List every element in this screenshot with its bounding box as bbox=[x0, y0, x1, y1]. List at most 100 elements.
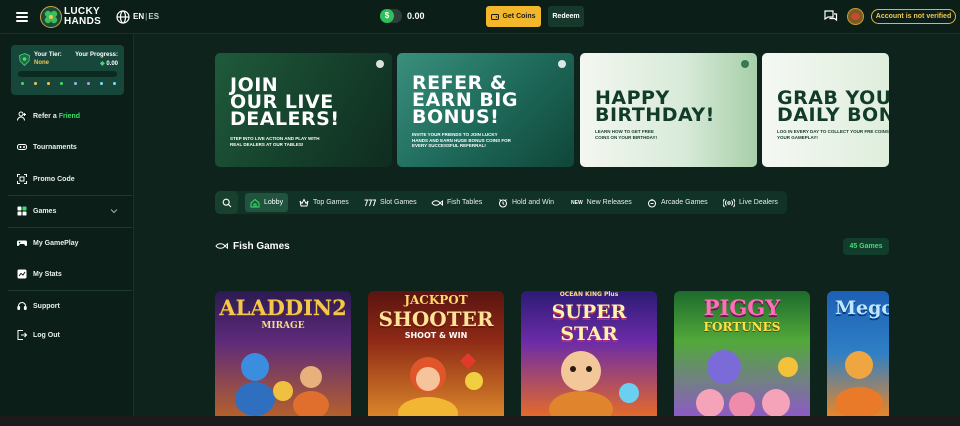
tab-label: Top Games bbox=[313, 199, 349, 206]
tab-slot-games[interactable]: Slot Games bbox=[359, 193, 422, 212]
tab-lobby[interactable]: Lobby bbox=[245, 193, 289, 212]
sidebar-item-games[interactable]: Games bbox=[17, 204, 56, 218]
game-art-piggy bbox=[696, 350, 798, 416]
banner-live-dealers[interactable]: JOIN OUR LIVE DEALERS! STEP INTO LIVE AC… bbox=[215, 53, 392, 167]
progress-coin-icon: ◆ bbox=[100, 61, 105, 67]
game-subtitle: MIRAGE bbox=[261, 321, 305, 331]
sidebar-item-tournaments[interactable]: Tournaments bbox=[17, 140, 77, 154]
chat-icon[interactable] bbox=[823, 9, 838, 23]
tier-dot bbox=[99, 82, 103, 85]
game-card-piggy-fortunes[interactable]: PIGGY FORTUNES bbox=[674, 291, 810, 416]
sidebar-item-promo-code[interactable]: Promo Code bbox=[17, 172, 75, 186]
tab-label: Live Dealers bbox=[739, 199, 778, 206]
stats-icon bbox=[17, 269, 27, 279]
progress-bar bbox=[18, 71, 117, 77]
game-card-super-star[interactable]: OCEAN KING Plus SUPER STAR bbox=[521, 291, 657, 416]
get-coins-label: Get Coins bbox=[502, 13, 536, 20]
tier-dot bbox=[86, 82, 90, 85]
game-subtitle: FORTUNES bbox=[703, 320, 781, 334]
tab-hold-and-win[interactable]: Hold and Win bbox=[493, 193, 559, 212]
banner-subtitle: STEP INTO LIVE ACTION AND PLAY WITH REAL… bbox=[230, 136, 320, 147]
lang-es[interactable]: ES bbox=[148, 12, 159, 21]
game-art-shooter bbox=[398, 353, 483, 416]
lucky-hands-logo[interactable]: LUCKY HANDS bbox=[40, 5, 106, 29]
banner-title-line: DEALERS! bbox=[230, 108, 340, 130]
tier-value: None bbox=[34, 60, 49, 66]
home-icon bbox=[250, 198, 260, 207]
language-switcher[interactable]: EN|ES bbox=[133, 12, 159, 21]
sidebar-item-my-stats[interactable]: My Stats bbox=[17, 267, 62, 281]
slot-777-icon bbox=[364, 199, 376, 206]
tier-progress-card[interactable]: Your Tier: None Your Progress: ◆ 0.00 bbox=[11, 45, 124, 95]
games-grid-icon bbox=[17, 206, 27, 216]
clover-badge-icon bbox=[558, 60, 566, 68]
account-not-verified-button[interactable]: Account is not verified bbox=[871, 9, 956, 24]
game-title: SHOOTER bbox=[378, 307, 494, 331]
tier-dot bbox=[34, 82, 38, 85]
category-tab-bar: Lobby Top Games Slot Games Fish Tables H… bbox=[215, 191, 787, 214]
redeem-label: Redeem bbox=[552, 13, 580, 20]
banner-title: JOIN OUR LIVE DEALERS! bbox=[230, 76, 340, 130]
game-card-aladdin2[interactable]: ALADDIN2 MIRAGE bbox=[215, 291, 351, 416]
games-count-badge[interactable]: 45 Games bbox=[843, 238, 889, 255]
hold-win-icon bbox=[499, 198, 507, 207]
tab-live-dealers[interactable]: Live Dealers bbox=[718, 193, 783, 212]
sidebar-item-log-out[interactable]: Log Out bbox=[17, 328, 60, 342]
tab-new-releases[interactable]: NEW New Releases bbox=[566, 193, 637, 212]
sidebar-item-support[interactable]: Support bbox=[17, 299, 60, 313]
banner-title-line: BIRTHDAY! bbox=[595, 104, 715, 126]
tab-label: Hold and Win bbox=[512, 199, 555, 206]
tab-arcade-games[interactable]: Arcade Games bbox=[642, 193, 713, 212]
game-title: PIGGY bbox=[703, 295, 781, 320]
banner-happy-birthday[interactable]: HAPPY BIRTHDAY! LEARN HOW TO GET FREE CO… bbox=[580, 53, 757, 167]
redeem-button[interactable]: Redeem bbox=[548, 6, 584, 27]
globe-icon[interactable] bbox=[116, 10, 130, 24]
currency-toggle[interactable]: $ bbox=[380, 9, 402, 23]
tab-label: Fish Tables bbox=[447, 199, 483, 206]
tab-label: Slot Games bbox=[380, 199, 417, 206]
tab-label: Arcade Games bbox=[661, 199, 708, 206]
game-card-jackpot-shooter[interactable]: JACKPOT SHOOTER SHOOT & WIN bbox=[368, 291, 504, 416]
hamburger-menu-icon[interactable] bbox=[16, 12, 28, 22]
banner-title: HAPPY BIRTHDAY! bbox=[595, 89, 715, 126]
crown-icon bbox=[299, 197, 309, 206]
app-window: LUCKY HANDS EN|ES $ 0.00 Get Coins Redee… bbox=[0, 0, 960, 416]
banner-daily-bonus[interactable]: GRAB YOUR DAILY BONU LOG IN EVERY DAY TO… bbox=[762, 53, 889, 167]
lang-en[interactable]: EN bbox=[133, 12, 144, 21]
game-art-aladdin bbox=[235, 353, 329, 416]
controller-icon bbox=[17, 240, 27, 246]
search-button[interactable] bbox=[215, 191, 238, 214]
game-card-mega[interactable]: Mego bbox=[827, 291, 889, 416]
refer-label: Refer a bbox=[33, 112, 57, 120]
wallet-icon bbox=[491, 13, 500, 20]
my-stats-label: My Stats bbox=[33, 270, 62, 278]
game-art-mega bbox=[835, 351, 883, 416]
tier-dot bbox=[112, 82, 116, 85]
gamepad-icon bbox=[17, 144, 27, 150]
game-title-top: OCEAN KING Plus bbox=[559, 291, 619, 298]
refer-friend-accent: Friend bbox=[58, 112, 81, 120]
games-label: Games bbox=[33, 207, 57, 215]
window-bottom-edge bbox=[0, 416, 960, 426]
banner-subtitle: LOG IN EVERY DAY TO COLLECT YOUR FRE COI… bbox=[777, 129, 889, 140]
chevron-down-icon[interactable] bbox=[110, 208, 118, 214]
avatar[interactable] bbox=[847, 8, 864, 25]
game-title: ALADDIN2 bbox=[219, 295, 347, 320]
log-out-label: Log Out bbox=[33, 331, 60, 339]
sidebar-item-my-gameplay[interactable]: My GamePlay bbox=[17, 236, 79, 250]
sidebar-item-refer-friend[interactable]: Refer a Friend bbox=[17, 109, 80, 123]
headset-icon bbox=[17, 302, 27, 310]
get-coins-button[interactable]: Get Coins bbox=[486, 6, 541, 27]
banner-refer-earn[interactable]: REFER & EARN BIG BONUS! INVITE YOUR FRIE… bbox=[397, 53, 574, 167]
sidebar-divider bbox=[8, 290, 132, 291]
tournaments-label: Tournaments bbox=[33, 143, 77, 151]
tab-top-games[interactable]: Top Games bbox=[294, 193, 354, 212]
sidebar: Your Tier: None Your Progress: ◆ 0.00 Re… bbox=[0, 34, 134, 416]
tab-fish-tables[interactable]: Fish Tables bbox=[426, 193, 487, 212]
refer-friend-icon bbox=[17, 111, 26, 121]
balance-value: 0.00 bbox=[407, 11, 425, 21]
promo-code-label: Promo Code bbox=[33, 175, 75, 183]
clover-logo-icon bbox=[40, 6, 62, 28]
progress-value: ◆ 0.00 bbox=[100, 60, 118, 67]
game-subtitle: SHOOT & WIN bbox=[404, 331, 468, 340]
